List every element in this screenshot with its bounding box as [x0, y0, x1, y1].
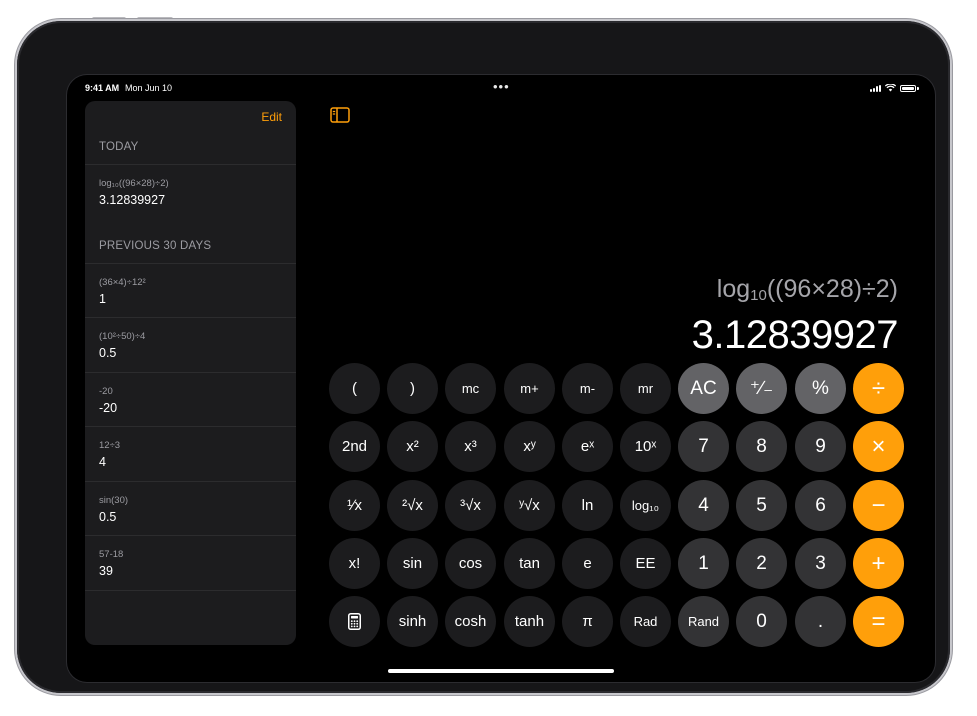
digit-8-key[interactable]: 8 [736, 421, 787, 472]
history-expression: (10²÷50)÷4 [99, 331, 146, 342]
square-key[interactable]: x² [387, 421, 438, 472]
history-expression: 12÷3 [99, 440, 121, 451]
history-result: 39 [99, 564, 113, 578]
home-indicator[interactable] [388, 669, 614, 673]
history-sidebar: Edit TODAY log₁₀((96×28)÷2) 3.12839927 P… [85, 101, 296, 645]
factorial-key[interactable]: x! [329, 538, 380, 589]
log10-key[interactable]: log₁₀ [620, 480, 671, 531]
digit-1-key[interactable]: 1 [678, 538, 729, 589]
wifi-icon [885, 84, 896, 92]
rad-key[interactable]: Rad [620, 596, 671, 647]
calculator-icon [348, 613, 361, 630]
history-item[interactable]: (10²÷50)÷4 0.5 [85, 317, 296, 372]
scientific-notation-key[interactable]: EE [620, 538, 671, 589]
digit-9-key[interactable]: 9 [795, 421, 846, 472]
section-header-today: TODAY [99, 141, 139, 153]
status-date: Mon Jun 10 [125, 83, 173, 93]
history-item[interactable]: 57-18 39 [85, 535, 296, 590]
history-result: 1 [99, 292, 106, 306]
expression-function: log [716, 275, 751, 303]
equals-key[interactable]: = [853, 596, 904, 647]
second-function-key[interactable]: 2nd [329, 421, 380, 472]
battery-tip [917, 86, 919, 90]
multiply-key[interactable]: × [853, 421, 904, 472]
plus-minus-key[interactable]: ⁺∕₋ [736, 363, 787, 414]
natural-log-key[interactable]: ln [562, 480, 613, 531]
history-expression: 57-18 [99, 549, 124, 560]
history-expression: log₁₀((96×28)÷2) [99, 178, 169, 189]
list-divider [85, 590, 296, 591]
history-result: 0.5 [99, 510, 117, 524]
history-result: 0.5 [99, 346, 117, 360]
edit-button[interactable]: Edit [261, 110, 282, 124]
history-result: 3.12839927 [99, 193, 166, 207]
digit-7-key[interactable]: 7 [678, 421, 729, 472]
nth-root-key[interactable]: ʸ√x [504, 480, 555, 531]
ipad-device: 9:41 AM Mon Jun 10 ••• Edit TODAY log₁₀(… [17, 21, 950, 693]
memory-clear-key[interactable]: mc [445, 363, 496, 414]
cube-key[interactable]: x³ [445, 421, 496, 472]
expression-display: log10((96×28)÷2) [717, 275, 898, 304]
cellular-signal-icon [870, 84, 881, 92]
digit-2-key[interactable]: 2 [736, 538, 787, 589]
history-expression: (36×4)÷12² [99, 277, 146, 288]
digit-5-key[interactable]: 5 [736, 480, 787, 531]
memory-add-key[interactable]: m+ [504, 363, 555, 414]
pi-key[interactable]: π [562, 596, 613, 647]
close-paren-key[interactable]: ) [387, 363, 438, 414]
tan-key[interactable]: tan [504, 538, 555, 589]
digit-6-key[interactable]: 6 [795, 480, 846, 531]
reciprocal-key[interactable]: ¹∕x [329, 480, 380, 531]
history-result: -20 [99, 401, 118, 415]
rand-key[interactable]: Rand [678, 596, 729, 647]
expression-arguments: ((96×28)÷2) [766, 275, 898, 303]
all-clear-key[interactable]: AC [678, 363, 729, 414]
history-expression: -20 [99, 386, 113, 397]
digit-0-key[interactable]: 0 [736, 596, 787, 647]
divide-key[interactable]: ÷ [853, 363, 904, 414]
sidebar-toggle-icon[interactable] [330, 107, 350, 123]
battery-icon [900, 84, 916, 92]
percent-key[interactable]: % [795, 363, 846, 414]
result-display: 3.12839927 [691, 313, 899, 357]
history-item[interactable]: 12÷3 4 [85, 426, 296, 481]
power-key[interactable]: xʸ [504, 421, 555, 472]
cosh-key[interactable]: cosh [445, 596, 496, 647]
memory-subtract-key[interactable]: m- [562, 363, 613, 414]
history-expression: sin(30) [99, 495, 129, 506]
sinh-key[interactable]: sinh [387, 596, 438, 647]
history-item[interactable]: sin(30) 0.5 [85, 481, 296, 536]
expression-subscript: 10 [750, 287, 767, 304]
open-paren-key[interactable]: ( [329, 363, 380, 414]
cube-root-key[interactable]: ³√x [445, 480, 496, 531]
history-item[interactable]: -20 -20 [85, 372, 296, 427]
section-header-previous-30-days: PREVIOUS 30 DAYS [99, 240, 212, 252]
ten-power-key[interactable]: 10ˣ [620, 421, 671, 472]
sin-key[interactable]: sin [387, 538, 438, 589]
digit-4-key[interactable]: 4 [678, 480, 729, 531]
multitasking-dots-icon[interactable]: ••• [493, 79, 510, 94]
square-root-key[interactable]: ²√x [387, 480, 438, 531]
history-item[interactable]: (36×4)÷12² 1 [85, 263, 296, 318]
euler-key[interactable]: e [562, 538, 613, 589]
exp-key[interactable]: eˣ [562, 421, 613, 472]
history-item[interactable]: log₁₀((96×28)÷2) 3.12839927 [85, 164, 296, 219]
status-icons [870, 84, 919, 92]
digit-3-key[interactable]: 3 [795, 538, 846, 589]
screen: 9:41 AM Mon Jun 10 ••• Edit TODAY log₁₀(… [67, 75, 935, 682]
memory-recall-key[interactable]: mr [620, 363, 671, 414]
decimal-key[interactable]: . [795, 596, 846, 647]
calculator-mode-button[interactable] [329, 596, 380, 647]
cos-key[interactable]: cos [445, 538, 496, 589]
status-bar: 9:41 AM Mon Jun 10 ••• [67, 79, 935, 97]
history-result: 4 [99, 455, 106, 469]
subtract-key[interactable]: − [853, 480, 904, 531]
add-key[interactable]: + [853, 538, 904, 589]
tanh-key[interactable]: tanh [504, 596, 555, 647]
status-time: 9:41 AM [85, 83, 120, 93]
